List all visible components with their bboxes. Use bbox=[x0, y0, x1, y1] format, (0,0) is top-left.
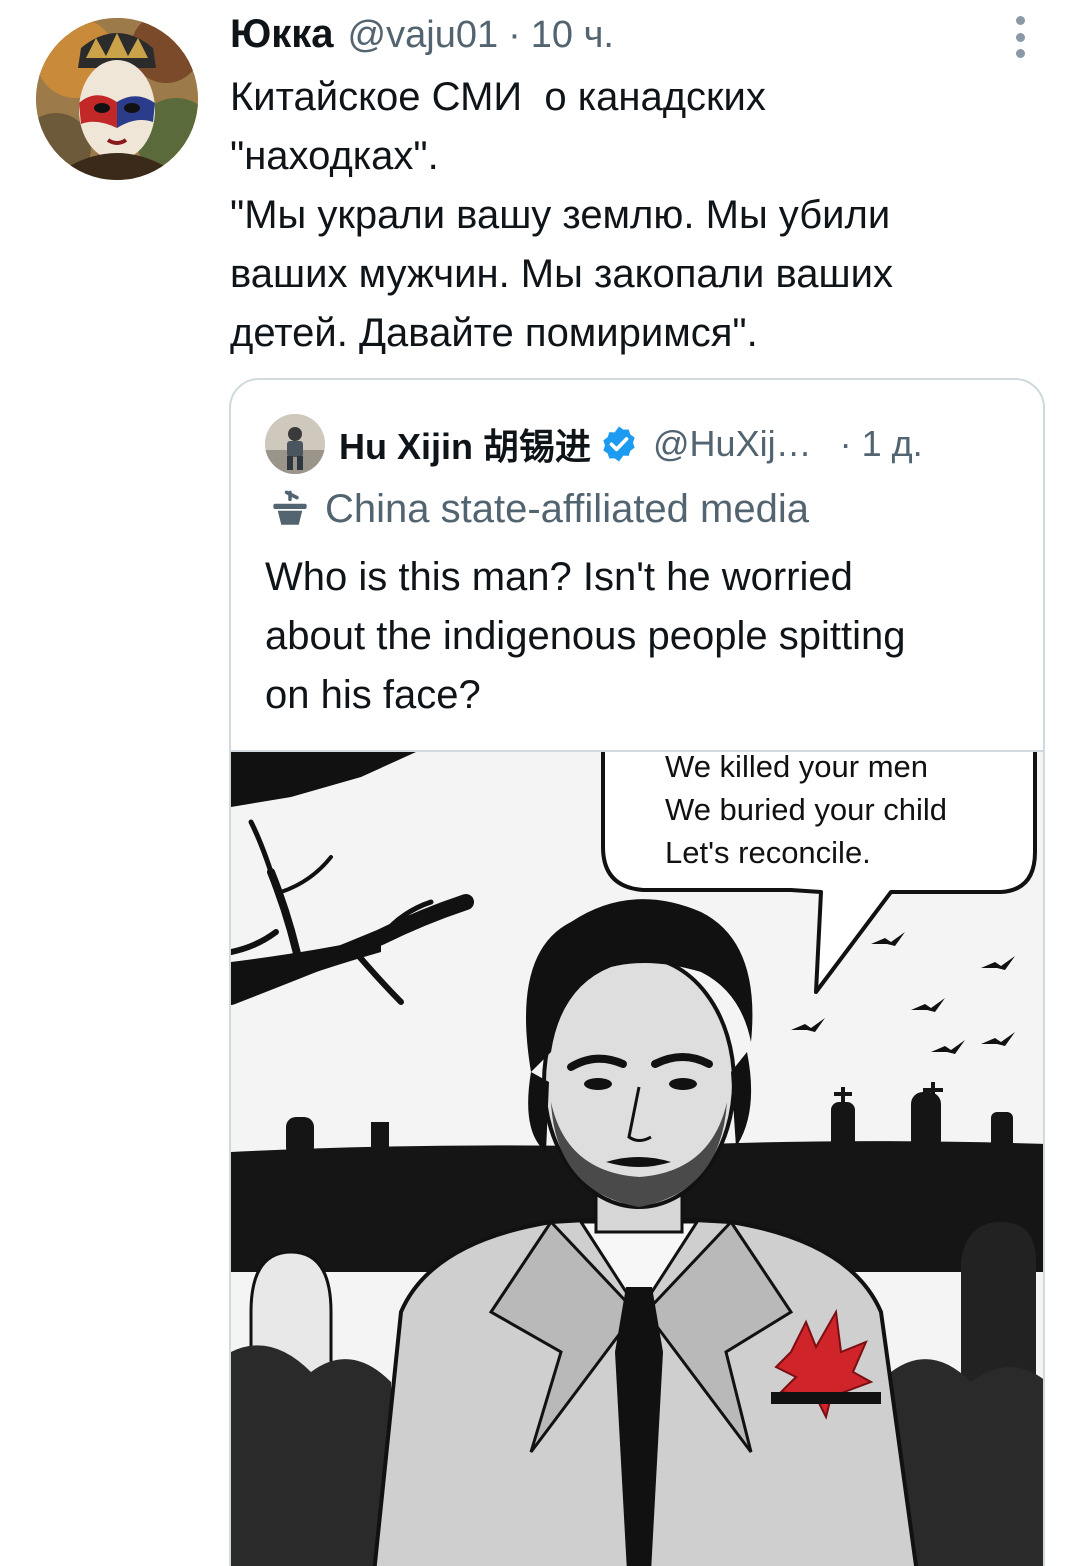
tweet[interactable]: Юкка @vaju01 · 10 ч. Китайское СМИ о кан… bbox=[0, 0, 1080, 1566]
comic-illustration: We killed your men We buried your child … bbox=[231, 752, 1043, 1566]
tweet-header: Юкка @vaju01 · 10 ч. bbox=[230, 12, 614, 64]
quoted-author-avatar bbox=[265, 414, 325, 474]
tweet-text: Китайское СМИ о канадских "находках". "М… bbox=[230, 68, 1030, 363]
quoted-text-line: on his face? bbox=[265, 673, 481, 717]
tweet-text-line: "Мы украли вашу землю. Мы убили bbox=[230, 193, 891, 237]
quoted-text: Who is this man? Isn't he worried about … bbox=[265, 548, 1025, 725]
quoted-text-line: about the indigenous people spitting bbox=[265, 614, 906, 658]
quoted-tweet[interactable]: Hu Xijin 胡锡进 @HuXij… · 1 д. China state-… bbox=[229, 378, 1045, 1566]
venetian-mask-avatar-icon bbox=[36, 18, 198, 180]
more-vertical-icon[interactable] bbox=[1008, 16, 1032, 58]
quoted-author-name: Hu Xijin 胡锡进 bbox=[339, 426, 592, 467]
quoted-text-line: Who is this man? Isn't he worried bbox=[265, 555, 853, 599]
author-handle[interactable]: @vaju01 bbox=[348, 14, 499, 57]
tweet-text-line: Китайское СМИ о канадских bbox=[230, 75, 766, 119]
quoted-header: Hu Xijin 胡锡进 @HuXij… · 1 д. bbox=[265, 414, 923, 474]
separator-dot: · bbox=[508, 14, 521, 56]
tweet-text-line: "находках". bbox=[230, 134, 439, 178]
state-media-label[interactable]: China state-affiliated media bbox=[269, 482, 809, 536]
verified-badge-icon bbox=[603, 426, 635, 462]
tweet-text-line: детей. Давайте помиримся". bbox=[230, 311, 758, 355]
author-name[interactable]: Юкка bbox=[230, 12, 334, 57]
separator-dot: · bbox=[839, 423, 852, 464]
speech-bubble-line: We killed your men bbox=[665, 752, 928, 784]
quoted-media-image[interactable]: We killed your men We buried your child … bbox=[231, 750, 1043, 1566]
tweet-text-line: ваших мужчин. Мы закопали ваших bbox=[230, 252, 893, 296]
speech-bubble-line: Let's reconcile. bbox=[665, 835, 871, 870]
speech-bubble-line: We buried your child bbox=[665, 792, 947, 827]
quoted-time: 1 д. bbox=[861, 423, 923, 464]
state-media-label-text: China state-affiliated media bbox=[325, 486, 809, 531]
author-avatar[interactable] bbox=[36, 18, 198, 180]
quoted-author-handle: @HuXij… bbox=[653, 423, 812, 464]
podium-icon bbox=[273, 490, 307, 525]
tweet-time[interactable]: 10 ч. bbox=[531, 14, 614, 57]
